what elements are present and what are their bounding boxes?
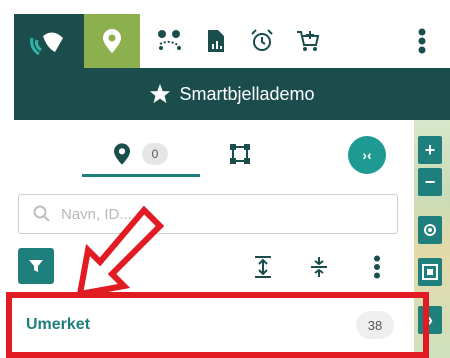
expand-all-button[interactable]	[250, 254, 276, 280]
app-window: Smartbjellademo + − › 0 ›‹ Navn, ID... U…	[0, 0, 450, 358]
collapse-panel-button[interactable]: ›‹	[348, 136, 386, 174]
minus-icon: −	[424, 171, 436, 192]
search-icon	[33, 205, 50, 222]
expand-vertical-icon	[255, 256, 271, 278]
filter-button[interactable]	[18, 248, 54, 284]
collapse-vertical-icon	[311, 257, 327, 277]
chevron-right-icon: ›	[427, 309, 433, 330]
location-pin-icon	[114, 143, 130, 165]
polygon-area-icon	[230, 144, 250, 164]
list-item-label: Umerket	[26, 316, 91, 333]
zoom-out-button[interactable]: −	[418, 168, 442, 196]
layers-icon	[422, 264, 438, 280]
expand-button[interactable]: ›	[418, 306, 442, 334]
app-logo[interactable]	[14, 14, 84, 68]
list-actions	[0, 244, 414, 292]
collapse-all-button[interactable]	[306, 254, 332, 280]
side-panel: 0 ›‹ Navn, ID... Umerket 38	[0, 120, 414, 358]
page-title: Smartbjellademo	[179, 83, 315, 104]
star-icon[interactable]	[149, 83, 171, 105]
location-pin-icon	[103, 29, 121, 53]
toolbar-cart-button[interactable]	[280, 14, 336, 68]
zoom-in-button[interactable]: +	[418, 136, 442, 164]
tab-locations[interactable]: 0	[82, 132, 200, 176]
satellite-signal-logo-icon	[30, 32, 63, 56]
tab-areas[interactable]	[218, 132, 262, 176]
more-vertical-icon	[374, 255, 380, 279]
locations-count-badge: 0	[142, 143, 168, 165]
layers-button[interactable]	[418, 258, 442, 286]
toolbar-more-button[interactable]	[394, 14, 450, 68]
list-item-count: 38	[356, 311, 394, 339]
report-icon	[208, 30, 224, 52]
more-vertical-icon	[418, 28, 426, 54]
toolbar-locations-button[interactable]	[84, 14, 140, 68]
add-cart-icon	[297, 31, 320, 51]
route-icon	[158, 30, 181, 50]
filter-icon	[29, 260, 43, 272]
search-box	[18, 194, 398, 234]
list-more-button[interactable]	[364, 254, 390, 280]
list-item[interactable]: Umerket 38	[0, 294, 414, 356]
panel-tabs: 0 ›‹	[0, 120, 414, 182]
locate-button[interactable]	[418, 216, 442, 244]
title-bar: Smartbjellademo	[14, 68, 450, 120]
plus-icon: +	[424, 139, 436, 160]
search-input[interactable]	[61, 205, 361, 223]
crosshair-icon	[424, 224, 436, 236]
alarm-clock-icon	[251, 29, 273, 51]
active-tab-indicator	[82, 174, 200, 177]
collapse-arrows-icon: ›‹	[362, 147, 372, 163]
